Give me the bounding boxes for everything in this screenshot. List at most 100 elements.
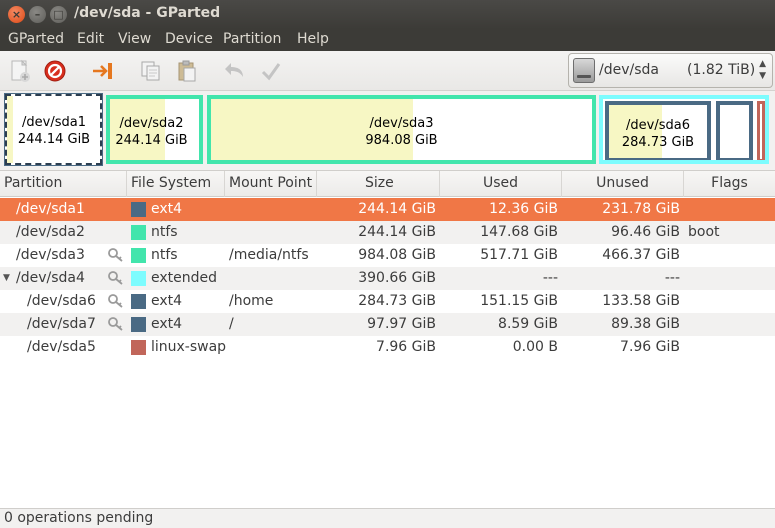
filesystem-color-swatch bbox=[131, 294, 146, 309]
cell-unused: 7.96 GiB bbox=[620, 339, 680, 355]
filesystem-color-swatch bbox=[131, 248, 146, 263]
cell-used: 12.36 GiB bbox=[489, 201, 558, 217]
mounted-key-icon bbox=[108, 294, 123, 308]
map-sda6-name: /dev/sda6 bbox=[626, 118, 690, 133]
maximize-window-button[interactable]: □ bbox=[50, 6, 67, 23]
column-flags[interactable]: Flags bbox=[684, 171, 775, 197]
cell-file-system: ntfs bbox=[151, 224, 178, 240]
spin-arrows-icon: ▲ ▼ bbox=[759, 59, 766, 81]
map-sda1-name: /dev/sda1 bbox=[22, 115, 86, 130]
expander-arrow-icon[interactable]: ▼ bbox=[3, 267, 10, 290]
map-sda1-size: 244.14 GiB bbox=[17, 132, 91, 147]
table-row[interactable]: /dev/sda7 ext4 / 97.97 GiB 8.59 GiB 89.38 GiB bbox=[0, 313, 775, 336]
filesystem-color-swatch bbox=[131, 340, 146, 355]
cell-unused: 466.37 GiB bbox=[602, 247, 680, 263]
cell-partition: /dev/sda5 bbox=[27, 339, 96, 355]
new-partition-icon[interactable] bbox=[8, 59, 32, 83]
table-row[interactable]: ▼ /dev/sda4 extended 390.66 GiB --- --- bbox=[0, 267, 775, 290]
cell-file-system: linux-swap bbox=[151, 339, 227, 355]
map-sda3-size: 984.08 GiB bbox=[365, 133, 438, 148]
title-bar: × – □ /dev/sda - GParted bbox=[0, 0, 775, 29]
cell-unused: 96.46 GiB bbox=[611, 224, 680, 240]
filesystem-color-swatch bbox=[131, 225, 146, 240]
table-row[interactable]: /dev/sda5 linux-swap 7.96 GiB 0.00 B 7.96 Gi… bbox=[0, 336, 775, 359]
hard-disk-icon bbox=[573, 58, 595, 83]
table-row[interactable]: /dev/sda3 ntfs/media/ntfs 984.08 GiB 517.71… bbox=[0, 244, 775, 267]
map-partition-sda6[interactable]: /dev/sda6 284.73 GiB bbox=[605, 101, 711, 160]
mounted-key-icon bbox=[108, 271, 123, 285]
cell-used: 0.00 B bbox=[512, 339, 558, 355]
cell-partition: /dev/sda4 bbox=[16, 270, 85, 286]
copy-icon[interactable] bbox=[139, 59, 163, 83]
menu-gparted[interactable]: GParted bbox=[8, 31, 64, 47]
cell-unused: 89.38 GiB bbox=[611, 316, 680, 332]
column-partition[interactable]: Partition bbox=[0, 171, 127, 197]
cell-used: 517.71 GiB bbox=[480, 247, 558, 263]
map-partition-sda7[interactable] bbox=[716, 101, 753, 160]
map-partition-sda2[interactable]: /dev/sda2 244.14 GiB bbox=[106, 95, 203, 164]
cell-size: 390.66 GiB bbox=[358, 270, 436, 286]
cell-unused: --- bbox=[664, 270, 680, 286]
column-file-system[interactable]: File System bbox=[127, 171, 225, 197]
cell-used: --- bbox=[542, 270, 558, 286]
map-sda2-name: /dev/sda2 bbox=[119, 116, 184, 131]
column-size[interactable]: Size bbox=[317, 171, 440, 197]
cell-used: 8.59 GiB bbox=[498, 316, 558, 332]
cell-size: 984.08 GiB bbox=[358, 247, 436, 263]
paste-icon[interactable] bbox=[175, 59, 199, 83]
filesystem-color-swatch bbox=[131, 202, 146, 217]
cell-partition: /dev/sda6 bbox=[27, 293, 96, 309]
table-row[interactable]: /dev/sda6 ext4/home 284.73 GiB 151.15 GiB 13… bbox=[0, 290, 775, 313]
map-sda3-name: /dev/sda3 bbox=[369, 116, 434, 131]
table-row[interactable]: /dev/sda2 ntfs 244.14 GiB 147.68 GiB 96.46 G… bbox=[0, 221, 775, 244]
map-partition-sda3[interactable]: /dev/sda3 984.08 GiB bbox=[207, 95, 596, 164]
undo-icon[interactable] bbox=[223, 59, 247, 83]
column-mount-point[interactable]: Mount Point bbox=[225, 171, 317, 197]
menu-view[interactable]: View bbox=[118, 31, 151, 47]
partition-map: /dev/sda1 244.14 GiB /dev/sda2 244.14 Gi… bbox=[0, 92, 775, 166]
menu-device[interactable]: Device bbox=[165, 31, 213, 47]
filesystem-color-swatch bbox=[131, 317, 146, 332]
column-used[interactable]: Used bbox=[440, 171, 562, 197]
cell-size: 97.97 GiB bbox=[367, 316, 436, 332]
cell-flags: boot bbox=[688, 224, 720, 240]
cell-file-system: extended bbox=[151, 270, 218, 286]
cell-size: 244.14 GiB bbox=[358, 201, 436, 217]
device-name: /dev/sda bbox=[599, 62, 659, 78]
cell-unused: 133.58 GiB bbox=[602, 293, 680, 309]
cell-partition: /dev/sda7 bbox=[27, 316, 96, 332]
map-partition-sda1[interactable]: /dev/sda1 244.14 GiB bbox=[4, 93, 103, 166]
menu-help[interactable]: Help bbox=[297, 31, 329, 47]
window-title: /dev/sda - GParted bbox=[74, 5, 221, 21]
map-partition-sda5[interactable] bbox=[757, 101, 765, 160]
cell-file-system: ext4 bbox=[151, 201, 183, 217]
menu-edit[interactable]: Edit bbox=[77, 31, 104, 47]
cell-file-system: ntfs bbox=[151, 247, 178, 263]
filesystem-color-swatch bbox=[131, 271, 146, 286]
minimize-window-button[interactable]: – bbox=[29, 6, 46, 23]
column-unused[interactable]: Unused bbox=[562, 171, 684, 197]
delete-icon[interactable] bbox=[43, 59, 67, 83]
cell-partition: /dev/sda1 bbox=[16, 201, 85, 217]
resize-move-icon[interactable] bbox=[91, 59, 115, 83]
cell-mount-point: / bbox=[229, 316, 234, 332]
mounted-key-icon bbox=[108, 317, 123, 331]
table-row[interactable]: /dev/sda1 ext4 244.14 GiB 12.36 GiB 231.78 G… bbox=[0, 198, 775, 221]
apply-icon[interactable] bbox=[259, 59, 283, 83]
menu-partition[interactable]: Partition bbox=[223, 31, 281, 47]
cell-unused: 231.78 GiB bbox=[602, 201, 680, 217]
table-header: Partition File System Mount Point Size U… bbox=[0, 171, 775, 197]
status-text: 0 operations pending bbox=[4, 510, 154, 526]
close-window-button[interactable]: × bbox=[8, 6, 25, 23]
map-partition-sda4-extended[interactable]: /dev/sda6 284.73 GiB bbox=[599, 95, 769, 164]
partition-table: Partition File System Mount Point Size U… bbox=[0, 170, 775, 508]
status-bar: 0 operations pending bbox=[0, 508, 775, 528]
map-sda2-size: 244.14 GiB bbox=[115, 133, 188, 148]
cell-partition: /dev/sda3 bbox=[16, 247, 85, 263]
cell-mount-point: /home bbox=[229, 293, 274, 309]
cell-size: 284.73 GiB bbox=[358, 293, 436, 309]
cell-size: 7.96 GiB bbox=[376, 339, 436, 355]
cell-file-system: ext4 bbox=[151, 293, 183, 309]
device-size: (1.82 TiB) bbox=[687, 62, 756, 78]
device-selector[interactable]: /dev/sda (1.82 TiB) ▲ ▼ bbox=[568, 53, 773, 88]
